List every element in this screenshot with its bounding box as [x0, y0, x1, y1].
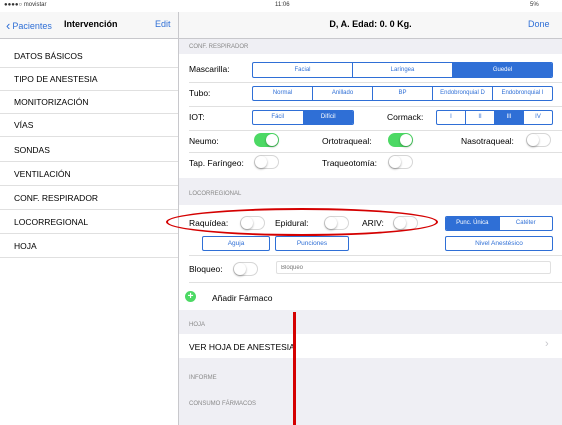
ortotraqueal-toggle[interactable] [388, 133, 413, 147]
section-header-consumo-farmacos: CONSUMO FÁRMACOS [189, 401, 257, 407]
divider [189, 255, 562, 256]
toggle-knob [527, 134, 539, 146]
divider [189, 82, 562, 83]
back-button[interactable]: ‹ Pacientes [6, 17, 52, 33]
nasotraqueal-toggle[interactable] [526, 133, 551, 147]
tubo-option-endobronquial-i[interactable]: Endobronquial I [493, 87, 552, 100]
sidebar-title: Intervención [64, 19, 118, 29]
traqueotomia-label: Traqueotomía: [322, 158, 377, 168]
page-title: D, A. Edad: 0. 0 Kg. [329, 19, 412, 29]
cormack-option-iii[interactable]: III [495, 111, 524, 124]
divider [189, 130, 562, 131]
iot-segmented: Fácil Difícil [252, 110, 354, 125]
cormack-option-i[interactable]: I [437, 111, 466, 124]
battery-label: 5% [530, 2, 539, 8]
toggle-knob [389, 156, 401, 168]
punciones-button[interactable]: Punciones [275, 236, 349, 251]
mascarilla-option-facial[interactable]: Facial [253, 63, 353, 77]
tubo-option-normal[interactable]: Normal [253, 87, 313, 100]
ortotraqueal-label: Ortotraqueal: [322, 136, 372, 146]
divider [189, 106, 562, 107]
annotation-oval [166, 208, 438, 236]
toggle-knob [255, 156, 267, 168]
divider [189, 152, 562, 153]
traqueotomia-toggle[interactable] [388, 155, 413, 169]
tubo-option-anillado[interactable]: Anillado [313, 87, 373, 100]
mascarilla-option-guedel[interactable]: Guedel [453, 63, 552, 77]
annotation-line [293, 312, 296, 425]
sidebar-item-tipo-anestesia[interactable]: TIPO DE ANESTESIA [0, 68, 178, 91]
ver-hoja-anestesia-item[interactable]: VER HOJA DE ANESTESIA [189, 342, 295, 352]
cormack-segmented: I II III IV [436, 110, 553, 125]
punc-option-unica[interactable]: Punc. Única [446, 217, 500, 230]
bloqueo-label: Bloqueo: [189, 264, 223, 274]
punc-option-cateter[interactable]: Catéter [500, 217, 553, 230]
toggle-knob [234, 263, 246, 275]
cormack-label: Cormack: [387, 112, 424, 122]
back-label: Pacientes [12, 21, 52, 31]
aguja-button[interactable]: Aguja [202, 236, 270, 251]
section-header-locorregional: LOCORREGIONAL [189, 191, 242, 197]
nivel-anestesico-button[interactable]: Nivel Anestésico [445, 236, 553, 251]
edit-button[interactable]: Edit [155, 19, 171, 29]
plus-icon[interactable]: + [185, 291, 196, 302]
sidebar-item-monitorizacion[interactable]: MONITORIZACIÓN [0, 91, 178, 114]
tubo-segmented: Normal Anillado BP Endobronquial D Endob… [252, 86, 553, 101]
section-header-hoja: HOJA [189, 322, 206, 328]
toggle-knob [400, 134, 412, 146]
divider [189, 282, 562, 283]
iot-label: IOT: [189, 112, 205, 122]
sidebar-item-hoja[interactable]: HOJA [0, 235, 178, 258]
status-bar: ●●●●○ movistar 11:06 5% [0, 0, 562, 12]
iot-option-dificil[interactable]: Difícil [303, 111, 353, 124]
carrier-label: ●●●●○ movistar [4, 2, 47, 8]
sidebar-item-conf-respirador[interactable]: CONF. RESPIRADOR [0, 187, 178, 210]
tubo-label: Tubo: [189, 88, 211, 98]
neumo-toggle[interactable] [254, 133, 279, 147]
cormack-option-iv[interactable]: IV [524, 111, 552, 124]
mascarilla-label: Mascarilla: [189, 64, 230, 74]
neumo-label: Neumo: [189, 136, 219, 146]
mascarilla-option-laringea[interactable]: Laríngea [353, 63, 453, 77]
bloqueo-input[interactable] [276, 261, 551, 274]
mascarilla-segmented: Facial Laríngea Guedel [252, 62, 553, 78]
section-header-informe: INFORME [189, 375, 217, 381]
clock-label: 11:06 [275, 2, 290, 8]
cormack-option-ii[interactable]: II [466, 111, 495, 124]
toggle-knob [266, 134, 278, 146]
nasotraqueal-label: Nasotraqueal: [461, 136, 514, 146]
iot-option-facil[interactable]: Fácil [253, 111, 304, 124]
sidebar-item-ventilacion[interactable]: VENTILACIÓN [0, 163, 178, 186]
sidebar-item-datos-basicos[interactable]: DATOS BÁSICOS [0, 45, 178, 68]
tubo-option-bp[interactable]: BP [373, 87, 433, 100]
section-header-conf-respirador: CONF. RESPIRADOR [189, 44, 249, 50]
done-button[interactable]: Done [528, 19, 550, 29]
sidebar-item-vias[interactable]: VÍAS [0, 114, 178, 137]
tubo-option-endobronquial-d[interactable]: Endobronquial D [433, 87, 493, 100]
add-farmaco-button[interactable]: Añadir Fármaco [212, 293, 272, 303]
sidebar-item-locorregional[interactable]: LOCORREGIONAL [0, 211, 178, 234]
tap-faringeo-label: Tap. Faríngeo: [189, 158, 244, 168]
punc-segmented: Punc. Única Catéter [445, 216, 553, 231]
tap-faringeo-toggle[interactable] [254, 155, 279, 169]
sidebar-item-sondas[interactable]: SONDAS [0, 139, 178, 162]
bloqueo-toggle[interactable] [233, 262, 258, 276]
chevron-left-icon: ‹ [6, 18, 11, 33]
chevron-right-icon: › [545, 338, 549, 350]
